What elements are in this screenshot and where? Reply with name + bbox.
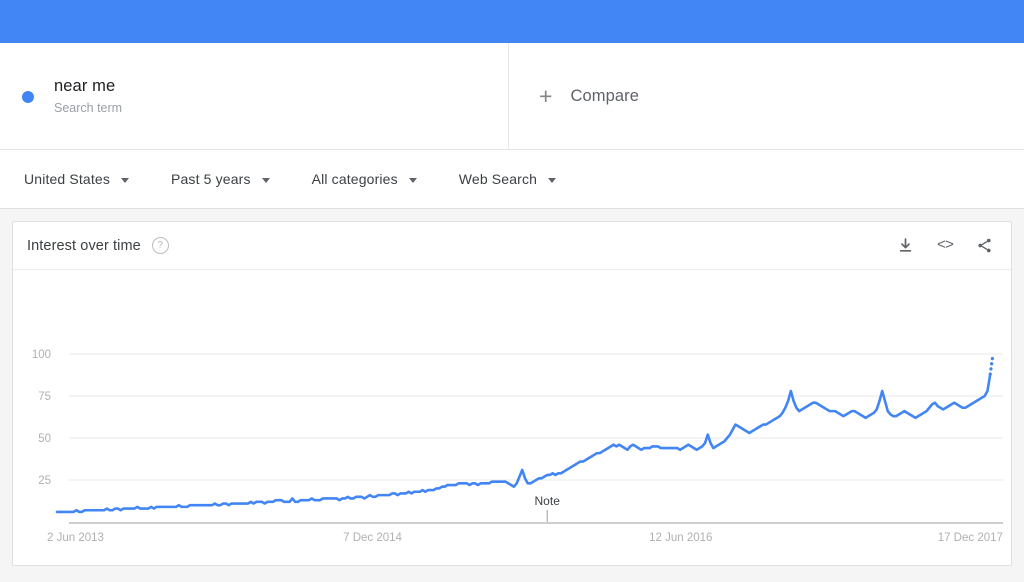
chevron-down-icon	[548, 177, 557, 183]
chevron-down-icon	[121, 177, 129, 183]
query-row: near me Search term + Compare	[0, 43, 1024, 150]
x-axis-tick-label: 7 Dec 2014	[343, 532, 402, 544]
trend-line	[55, 372, 992, 514]
card-header: Interest over time ? <>	[13, 222, 1011, 270]
compare-button[interactable]: + Compare	[509, 43, 1024, 149]
embed-icon[interactable]: <>	[937, 237, 954, 254]
series-color-dot	[22, 91, 34, 103]
interest-over-time-card: Interest over time ? <> 25 50 75 100 2 J…	[12, 221, 1012, 566]
compare-label: Compare	[570, 86, 639, 105]
x-axis-tick-label: 12 Jun 2016	[649, 532, 712, 544]
trend-line-partial-data	[988, 352, 995, 376]
search-term-chip[interactable]: near me Search term	[0, 43, 509, 149]
page-body: Interest over time ? <> 25 50 75 100 2 J…	[0, 209, 1024, 566]
interest-over-time-chart[interactable]: 25 50 75 100 2 Jun 2013 7 Dec 2014 12 Jun 2016…	[13, 270, 1011, 564]
y-axis-tick-label: 50	[38, 433, 51, 445]
question-mark-icon[interactable]: ?	[151, 237, 169, 254]
filter-location-label: United States	[24, 171, 110, 187]
filter-bar: United States Past 5 years All categorie…	[0, 150, 1024, 209]
filter-search-type[interactable]: Web Search	[458, 171, 557, 187]
filter-category-label: All categories	[311, 171, 398, 187]
chevron-down-icon	[261, 177, 270, 183]
plus-icon: +	[539, 82, 553, 109]
note-annotation-label[interactable]: Note	[535, 494, 561, 508]
chart-plot-area: 25 50 75 100 2 Jun 2013 7 Dec 2014 12 Jun 2016…	[13, 270, 1011, 566]
share-icon[interactable]	[976, 237, 993, 254]
search-term-text: near me	[54, 76, 116, 95]
filter-category[interactable]: All categories	[312, 171, 417, 187]
y-axis-tick-label: 100	[32, 349, 51, 361]
search-term-type: Search term	[54, 100, 123, 115]
filter-location[interactable]: United States	[24, 171, 129, 187]
top-app-bar	[0, 0, 1024, 43]
y-axis-tick-label: 75	[38, 391, 51, 403]
x-axis-tick-label: 2 Jun 2013	[47, 532, 104, 544]
filter-time-range[interactable]: Past 5 years	[171, 171, 270, 187]
page-title: Interest over time	[27, 237, 141, 254]
y-axis-tick-label: 25	[38, 475, 51, 487]
filter-time-range-label: Past 5 years	[171, 171, 251, 187]
x-axis-tick-label: 17 Dec 2017	[938, 532, 1003, 544]
download-icon[interactable]	[897, 237, 914, 254]
chevron-down-icon	[408, 177, 417, 183]
filter-search-type-label: Web Search	[458, 171, 538, 187]
